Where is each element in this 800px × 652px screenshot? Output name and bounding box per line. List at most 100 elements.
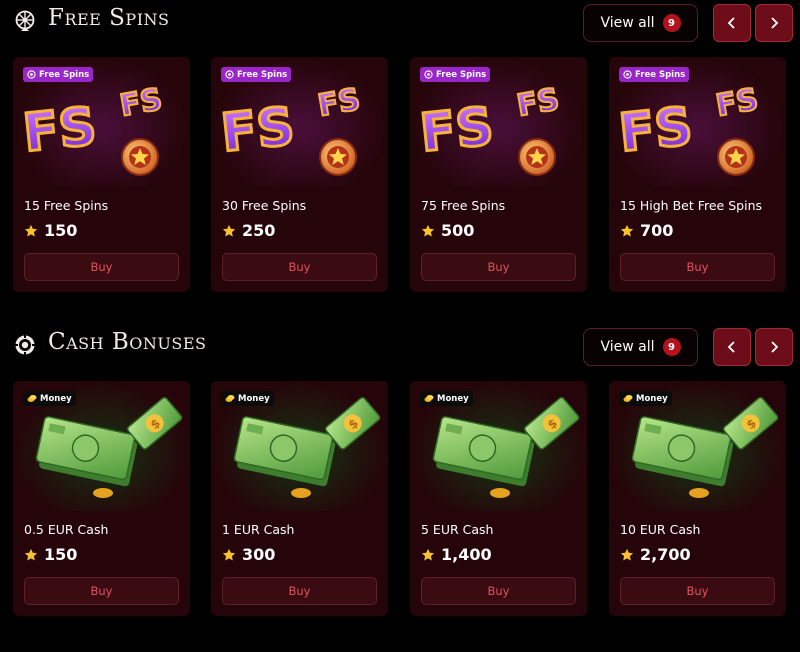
view-all-button[interactable]: View all 9 <box>583 328 698 366</box>
card-title: 0.5 EUR Cash <box>24 522 109 537</box>
target-icon <box>225 70 234 79</box>
count-badge: 9 <box>662 338 681 356</box>
star-icon <box>24 548 38 561</box>
category-tag: Free Spins <box>619 67 690 82</box>
card-price: 150 <box>24 221 77 240</box>
svg-text:FS: FS <box>713 82 761 124</box>
buy-button[interactable]: Buy <box>620 253 775 281</box>
category-tag-label: Money <box>238 393 270 404</box>
buy-button[interactable]: Buy <box>620 577 775 605</box>
cash-bonuses-header: Cash Bonuses View all 9 <box>0 324 800 370</box>
star-icon <box>222 548 236 561</box>
category-tag: Free Spins <box>23 67 94 82</box>
card-price: 2,700 <box>620 545 691 564</box>
svg-text:FS: FS <box>218 97 297 164</box>
svg-text:FS: FS <box>417 97 496 164</box>
category-tag-label: Free Spins <box>436 69 487 80</box>
buy-button[interactable]: Buy <box>222 253 377 281</box>
free-spins-card[interactable]: FS FS Free Spins 15 Free Spins 150 Buy <box>13 57 190 292</box>
price-value: 250 <box>242 221 276 240</box>
category-tag-label: Money <box>40 393 72 404</box>
card-title: 15 High Bet Free Spins <box>620 198 762 213</box>
chip-icon <box>15 335 35 355</box>
previous-button[interactable] <box>713 328 751 366</box>
free-spins-card[interactable]: FS FS Free Spins 15 High Bet Free Spins 700 B… <box>609 57 786 292</box>
price-value: 700 <box>640 221 674 240</box>
cash-bonuses-section: Cash Bonuses View all 9 <box>0 324 800 370</box>
category-tag: Money <box>619 391 672 406</box>
category-tag: Free Spins <box>221 67 292 82</box>
price-value: 1,400 <box>441 545 492 564</box>
free-spins-header: Free Spins View all 9 <box>0 0 800 46</box>
section-title: Cash Bonuses <box>48 329 207 355</box>
svg-text:FS: FS <box>514 82 562 124</box>
category-tag-label: Money <box>636 393 668 404</box>
card-title: 1 EUR Cash <box>222 522 295 537</box>
wheel-icon <box>15 10 35 31</box>
category-tag-label: Free Spins <box>635 69 686 80</box>
category-tag-label: Free Spins <box>39 69 90 80</box>
category-tag: Money <box>23 391 76 406</box>
star-icon <box>222 224 236 237</box>
price-value: 2,700 <box>640 545 691 564</box>
chevron-right-icon <box>771 341 779 353</box>
card-price: 150 <box>24 545 77 564</box>
next-button[interactable] <box>755 4 793 42</box>
card-title: 5 EUR Cash <box>421 522 494 537</box>
card-title: 10 EUR Cash <box>620 522 701 537</box>
svg-text:FS: FS <box>117 82 165 124</box>
card-title: 75 Free Spins <box>421 198 506 213</box>
buy-button[interactable]: Buy <box>222 577 377 605</box>
category-tag-label: Free Spins <box>237 69 288 80</box>
chevron-left-icon <box>727 17 735 29</box>
next-button[interactable] <box>755 328 793 366</box>
category-tag: Free Spins <box>420 67 491 82</box>
cash-bonus-card[interactable]: $ Money 0.5 EUR Cash 150 Buy <box>13 381 190 616</box>
card-price: 700 <box>620 221 673 240</box>
cash-bonus-card[interactable]: $ Money 5 EUR Cash 1,400 Buy <box>410 381 587 616</box>
cash-bonus-card[interactable]: $ Money 1 EUR Cash 300 Buy <box>211 381 388 616</box>
target-icon <box>623 70 632 79</box>
target-icon <box>424 70 433 79</box>
star-icon <box>620 224 634 237</box>
svg-text:FS: FS <box>315 82 363 124</box>
price-value: 150 <box>44 545 78 564</box>
star-icon <box>421 224 435 237</box>
card-price: 300 <box>222 545 275 564</box>
free-spins-card[interactable]: FS FS Free Spins 30 Free Spins 250 Buy <box>211 57 388 292</box>
card-title: 15 Free Spins <box>24 198 109 213</box>
card-price: 250 <box>222 221 275 240</box>
previous-button[interactable] <box>713 4 751 42</box>
star-icon <box>24 224 38 237</box>
category-tag: Money <box>420 391 473 406</box>
view-all-label: View all <box>600 15 655 31</box>
buy-button[interactable]: Buy <box>24 253 179 281</box>
view-all-label: View all <box>600 339 655 355</box>
price-value: 500 <box>441 221 475 240</box>
target-icon <box>27 70 36 79</box>
buy-button[interactable]: Buy <box>421 253 576 281</box>
card-title: 30 Free Spins <box>222 198 307 213</box>
category-tag: Money <box>221 391 274 406</box>
coin-icon <box>623 395 633 402</box>
coin-icon <box>424 395 434 402</box>
free-spins-section: Free Spins View all 9 <box>0 0 800 46</box>
card-price: 1,400 <box>421 545 492 564</box>
free-spins-card[interactable]: FS FS Free Spins 75 Free Spins 500 Buy <box>410 57 587 292</box>
price-value: 150 <box>44 221 78 240</box>
buy-button[interactable]: Buy <box>24 577 179 605</box>
card-price: 500 <box>421 221 474 240</box>
svg-text:FS: FS <box>616 97 695 164</box>
price-value: 300 <box>242 545 276 564</box>
count-badge: 9 <box>662 14 681 32</box>
chevron-right-icon <box>771 17 779 29</box>
star-icon <box>421 548 435 561</box>
chevron-left-icon <box>727 341 735 353</box>
section-title: Free Spins <box>48 5 170 31</box>
category-tag-label: Money <box>437 393 469 404</box>
cash-bonus-card[interactable]: $ Money 10 EUR Cash 2,700 Buy <box>609 381 786 616</box>
coin-icon <box>225 395 235 402</box>
buy-button[interactable]: Buy <box>421 577 576 605</box>
star-icon <box>620 548 634 561</box>
view-all-button[interactable]: View all 9 <box>583 4 698 42</box>
